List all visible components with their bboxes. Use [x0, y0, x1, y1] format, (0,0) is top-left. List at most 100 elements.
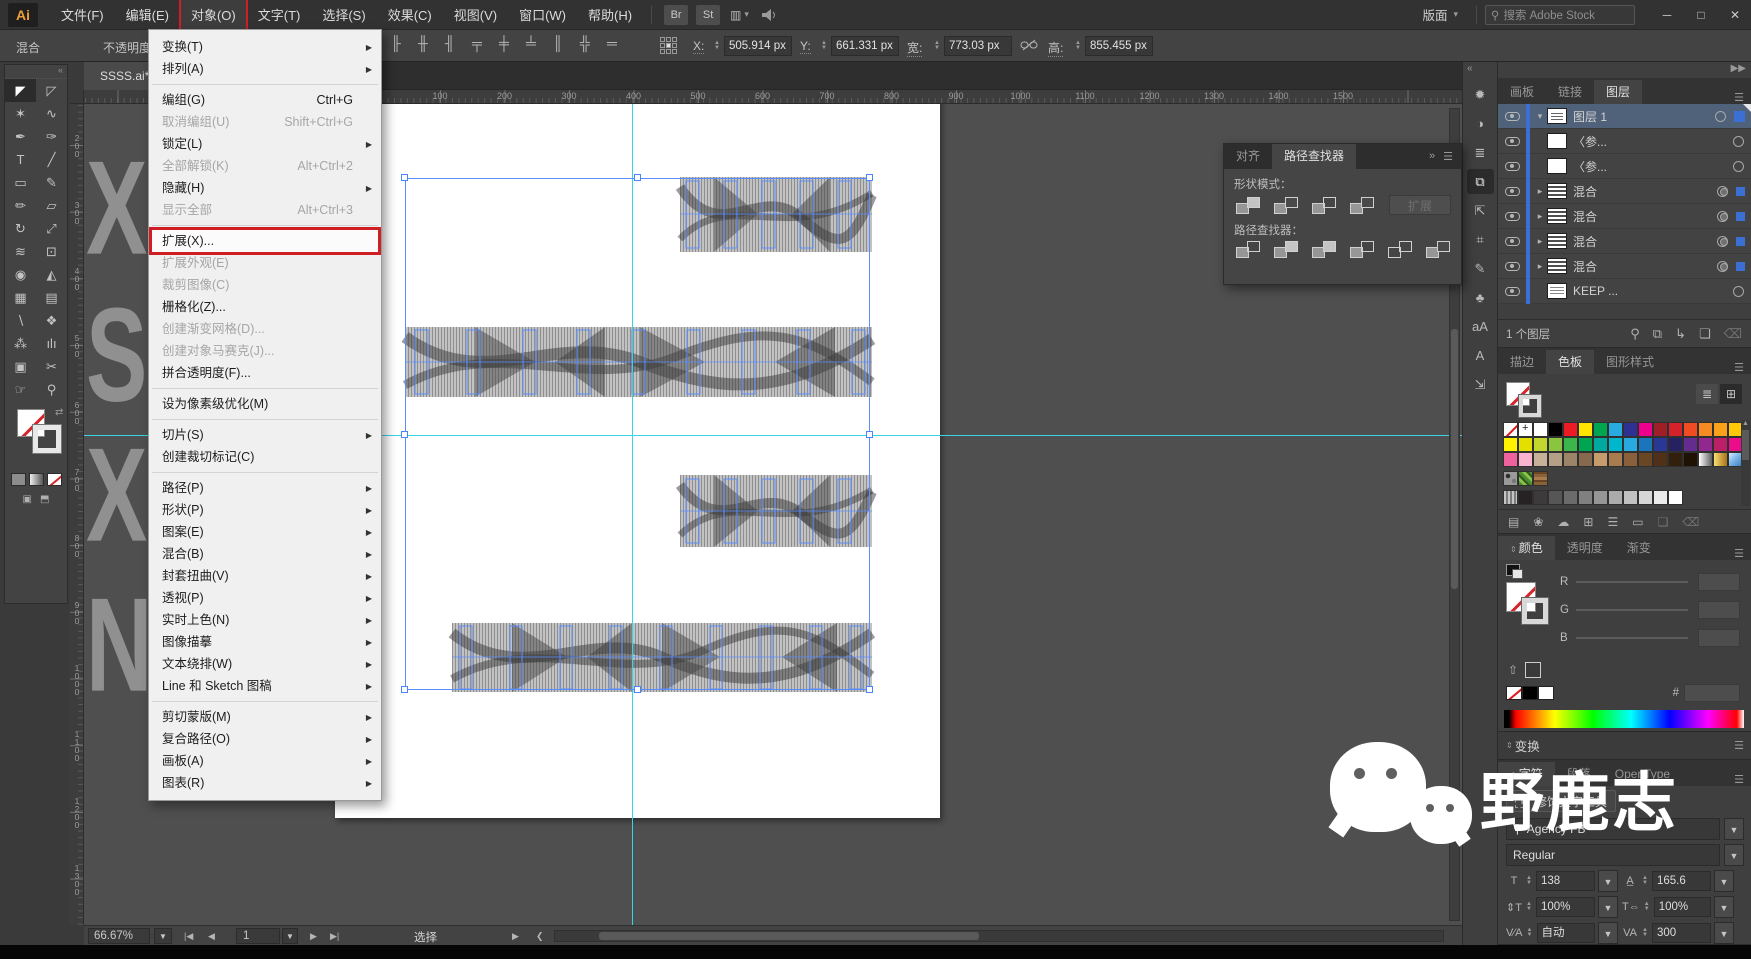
swatch[interactable] — [1668, 490, 1683, 505]
swatch[interactable] — [1638, 422, 1653, 437]
swatch[interactable] — [1623, 452, 1638, 467]
expand-layer-icon[interactable]: ▸ — [1533, 236, 1547, 247]
last-color-chip[interactable] — [1525, 662, 1542, 678]
font-family-dropdown[interactable]: ▼ — [1724, 818, 1744, 840]
menu-item[interactable]: 图表(R) ▶ — [149, 772, 381, 794]
swatch[interactable] — [1593, 437, 1608, 452]
tab-links[interactable]: 链接 — [1546, 80, 1594, 104]
menu-item[interactable]: 路径(P) ▶ — [149, 477, 381, 499]
swatch[interactable] — [1698, 452, 1713, 467]
blue-value-input[interactable] — [1698, 629, 1740, 647]
menu-item[interactable]: 拼合透明度(F)... — [149, 362, 381, 389]
panel-menu-icon[interactable]: ☰ — [1734, 773, 1751, 786]
swatch[interactable] — [1563, 452, 1578, 467]
swatch[interactable] — [1533, 471, 1548, 486]
menu-item[interactable]: 变换(T) ▶ — [149, 36, 381, 58]
swatch[interactable] — [1548, 452, 1563, 467]
gradient-panel-icon[interactable]: ◑ — [1467, 111, 1494, 136]
tab-pathfinder[interactable]: 路径查找器 — [1272, 144, 1357, 169]
swatch[interactable] — [1593, 490, 1608, 505]
menubar-item[interactable]: 对象(O) — [178, 0, 248, 31]
screen-mode-icon[interactable]: ⬒ — [40, 494, 49, 505]
character-styles-panel-icon[interactable]: A — [1467, 343, 1494, 368]
swatch[interactable] — [1563, 437, 1578, 452]
visibility-toggle-icon[interactable] — [1505, 211, 1520, 221]
selection-handle[interactable] — [634, 174, 641, 181]
layer-target-icon[interactable] — [1717, 185, 1728, 197]
vertical-scale-stepper[interactable]: ▲ ▼ — [1525, 901, 1533, 912]
width-tool[interactable]: ≋ — [5, 240, 36, 263]
distribute-horizontal-icon[interactable]: ║ — [548, 35, 568, 51]
type-tool[interactable]: T — [5, 148, 36, 171]
selection-handle[interactable] — [401, 174, 408, 181]
font-style-input[interactable]: Regular — [1506, 844, 1720, 866]
swatch[interactable] — [1668, 422, 1683, 437]
swatch[interactable] — [1653, 422, 1668, 437]
minimize-button[interactable]: ─ — [1651, 4, 1683, 26]
swatch[interactable] — [1563, 490, 1578, 505]
swatch[interactable] — [1668, 452, 1683, 467]
menu-item[interactable]: 栅格化(Z)... — [149, 296, 381, 318]
crop-icon[interactable] — [1350, 241, 1374, 258]
first-artboard-button[interactable]: |◀ — [184, 928, 193, 944]
x-label[interactable]: X: — [693, 39, 705, 54]
menubar-item[interactable]: 效果(C) — [377, 0, 443, 30]
swatch[interactable] — [1638, 452, 1653, 467]
zoom-level-input[interactable]: 66.67% — [88, 928, 150, 944]
menu-item[interactable]: Line 和 Sketch 图稿 ▶ — [149, 675, 381, 702]
exclude-icon[interactable] — [1350, 196, 1374, 214]
tab-opentype[interactable]: OpenType — [1603, 762, 1682, 786]
swatch[interactable] — [1698, 422, 1713, 437]
tab-swatches[interactable]: 色板 — [1546, 350, 1595, 374]
brushes-panel-icon[interactable]: ✎ — [1467, 256, 1494, 281]
scroll-left-button[interactable]: ❮ — [536, 928, 544, 944]
height-input[interactable]: 855.455 px — [1085, 36, 1153, 56]
panel-menu-icon[interactable]: ☰ — [1734, 361, 1751, 374]
grid-view-icon[interactable]: ⊞ — [1720, 384, 1742, 404]
menu-item[interactable]: 全部解锁(K) Alt+Ctrl+2 — [149, 155, 381, 177]
swatch[interactable] — [1683, 452, 1698, 467]
swatch[interactable] — [1533, 437, 1548, 452]
layer-target-icon[interactable] — [1733, 285, 1744, 297]
x-input[interactable]: 505.914 px — [724, 36, 792, 56]
black-chip[interactable] — [1522, 686, 1538, 700]
layer-row[interactable]: ▸ 混合 — [1498, 178, 1751, 204]
swatch[interactable] — [1503, 471, 1518, 486]
symbols-panel-icon[interactable]: ♣ — [1467, 285, 1494, 310]
swatch[interactable] — [1518, 422, 1533, 437]
tracking-stepper[interactable]: ▲ ▼ — [1641, 927, 1649, 938]
locate-object-icon[interactable]: ⚲ — [1630, 326, 1640, 342]
font-size-dropdown[interactable]: ▼ — [1598, 870, 1618, 892]
shape-builder-tool[interactable]: ◉ — [5, 263, 36, 286]
intersect-icon[interactable] — [1312, 196, 1336, 214]
swatch[interactable] — [1593, 422, 1608, 437]
layer-target-icon[interactable] — [1733, 135, 1744, 147]
swatch[interactable] — [1608, 422, 1623, 437]
minus-back-icon[interactable] — [1426, 241, 1450, 258]
align-middle-icon[interactable]: ╪ — [494, 35, 514, 51]
stock-search-input[interactable]: ⚲ 搜索 Adobe Stock — [1485, 4, 1635, 25]
divide-icon[interactable] — [1236, 241, 1260, 258]
expand-dock-icon[interactable]: ▶▶ — [1498, 62, 1751, 78]
perspective-grid-tool[interactable]: ◭ — [36, 263, 67, 286]
layer-row[interactable]: ▸ 混合 — [1498, 203, 1751, 229]
visibility-toggle-icon[interactable] — [1505, 111, 1520, 121]
swatch[interactable] — [1683, 437, 1698, 452]
eraser-tool[interactable]: ▱ — [36, 194, 67, 217]
tab-graphic-styles[interactable]: 图形样式 — [1594, 350, 1666, 374]
menubar-item[interactable]: 帮助(H) — [577, 0, 643, 30]
menu-item[interactable]: 锁定(L) ▶ — [149, 133, 381, 155]
menu-item[interactable]: 裁剪图像(C) — [149, 274, 381, 296]
swatch-libraries-icon[interactable]: ▤ — [1508, 515, 1519, 529]
layer-row[interactable]: 〈参... — [1498, 128, 1751, 154]
swatch[interactable] — [1638, 490, 1653, 505]
menu-item[interactable]: 排列(A) ▶ — [149, 58, 381, 85]
hand-tool[interactable]: ☞ — [5, 378, 36, 401]
horizontal-scale-stepper[interactable]: ▲ ▼ — [1643, 901, 1651, 912]
height-stepper[interactable]: ▲ ▼ — [1073, 37, 1083, 55]
delete-layer-icon[interactable]: ⌫ — [1724, 326, 1742, 342]
panel-menu-icon[interactable]: ☰ — [1734, 547, 1751, 560]
transform-panel-icon[interactable]: ⌗ — [1467, 227, 1494, 252]
gradient-tool[interactable]: ▤ — [36, 286, 67, 309]
swatch[interactable] — [1533, 452, 1548, 467]
